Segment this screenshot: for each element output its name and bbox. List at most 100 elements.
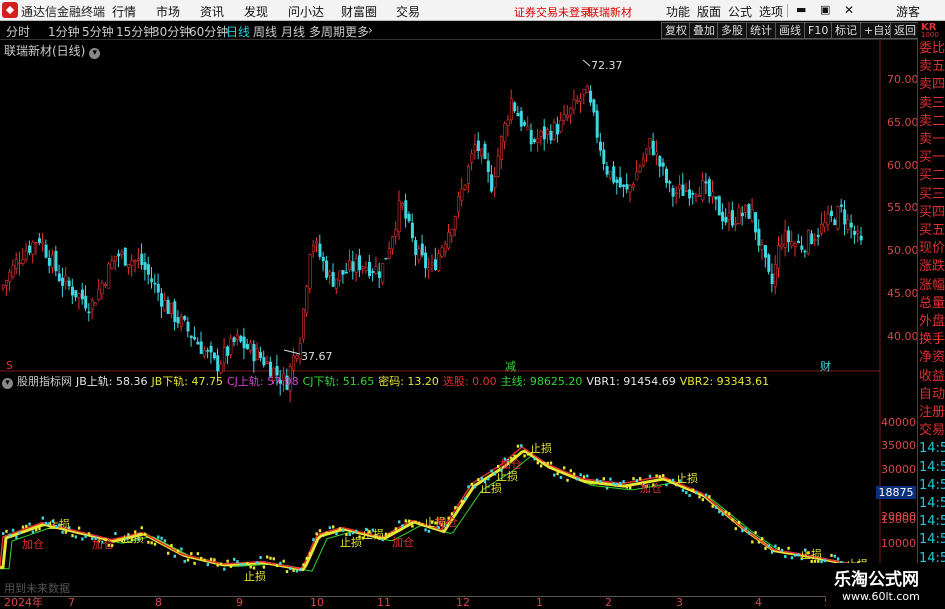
menu-quotes[interactable]: 市场: [156, 3, 180, 20]
indicator-bar: [15, 535, 18, 539]
indicator-bar: [176, 549, 180, 553]
side-panel-item[interactable]: 收益: [919, 368, 945, 386]
side-panel-item[interactable]: 交易: [919, 422, 945, 440]
indicator-annotation: 止损: [480, 481, 502, 495]
candle-body: [377, 271, 381, 278]
period-60min[interactable]: 60分钟: [189, 23, 228, 40]
period-1min[interactable]: 1分钟: [48, 23, 80, 40]
minimize-icon[interactable]: ▬: [796, 3, 806, 16]
restore-icon[interactable]: ▣: [820, 3, 830, 16]
indicator-bar: [556, 472, 559, 476]
period-weekly[interactable]: 周线: [253, 23, 277, 40]
menu-formula[interactable]: 公式: [728, 3, 752, 20]
price-chart[interactable]: 止损加仓加仓止损止损止损止损加仓止损加仓止损止损止损加仓加仓止损止损止损: [0, 40, 917, 596]
indicator-bar: [180, 547, 183, 551]
menu-options[interactable]: 选项: [759, 3, 783, 20]
side-panel-item[interactable]: 卖三: [919, 95, 945, 113]
side-panel-item[interactable]: 涨跌: [919, 258, 945, 276]
side-panel-item[interactable]: 14:5: [919, 440, 945, 458]
side-panel-item[interactable]: 涨幅: [919, 277, 945, 295]
side-panel-item[interactable]: 卖一: [919, 131, 945, 149]
side-panel-item[interactable]: 买三: [919, 186, 945, 204]
period-daily[interactable]: 日线: [226, 23, 250, 40]
multi-stock-button[interactable]: 多股: [717, 22, 747, 39]
indicator-settings-icon[interactable]: ▾: [2, 378, 13, 389]
side-panel-item[interactable]: 外盘: [919, 313, 945, 331]
menu-market[interactable]: 行情: [112, 3, 136, 20]
menu-layout[interactable]: 版面: [697, 3, 721, 20]
back-button[interactable]: 返回: [890, 22, 920, 39]
side-panel-item[interactable]: 14:5: [919, 531, 945, 549]
indicator-band-line: [0, 449, 862, 572]
side-panel-item[interactable]: 卖二: [919, 113, 945, 131]
period-timeshare[interactable]: 分时: [6, 23, 30, 40]
candle-body: [143, 262, 147, 270]
indicator-bar: [153, 542, 157, 546]
side-panel-item[interactable]: 14:5: [919, 459, 945, 477]
period-monthly[interactable]: 月线: [281, 23, 305, 40]
candle-body: [163, 300, 167, 311]
indicator-name[interactable]: 股朋指标网: [17, 375, 72, 388]
indicator-bar: [655, 474, 658, 478]
guest-user[interactable]: 游客: [896, 3, 920, 20]
indicator-bar: [576, 477, 579, 481]
f10-button[interactable]: F10: [804, 22, 833, 39]
menu-wealth[interactable]: 财富圈: [341, 3, 377, 20]
side-panel-item[interactable]: 自动: [919, 386, 945, 404]
menu-wenxiaoda[interactable]: 问小达: [288, 3, 324, 20]
candle-body: [133, 259, 137, 262]
candle-body: [565, 114, 569, 118]
side-panel-item[interactable]: 14:5: [919, 495, 945, 513]
adjust-button[interactable]: 复权: [661, 22, 691, 39]
side-panel-item[interactable]: 注册: [919, 404, 945, 422]
candle-body: [836, 206, 840, 229]
indicator-bar: [322, 533, 325, 537]
period-multi[interactable]: 多周期: [309, 23, 345, 40]
indicator-bar: [539, 464, 543, 468]
candle-body: [615, 179, 619, 183]
chevron-right-icon[interactable]: ›: [368, 23, 373, 37]
close-icon[interactable]: ✕: [844, 3, 854, 17]
indicator-bar: [741, 529, 744, 533]
mark-button[interactable]: 标记: [831, 22, 861, 39]
side-panel-item[interactable]: 现价: [919, 240, 945, 258]
indicator-bar: [681, 488, 685, 492]
indicator-bar: [275, 564, 279, 568]
date-tick: 7: [68, 596, 75, 609]
menu-trade[interactable]: 交易: [396, 3, 420, 20]
menu-function[interactable]: 功能: [666, 3, 690, 20]
side-panel-item[interactable]: 买二: [919, 167, 945, 185]
side-panel-item[interactable]: 14:5: [919, 477, 945, 495]
side-panel-item[interactable]: 委比: [919, 40, 945, 58]
side-panel-item[interactable]: 买四: [919, 204, 945, 222]
candle-body: [602, 149, 606, 165]
period-5min[interactable]: 5分钟: [82, 23, 114, 40]
side-panel-item[interactable]: 换手: [919, 331, 945, 349]
side-panel-item[interactable]: 买一: [919, 149, 945, 167]
side-panel-item[interactable]: 14:5: [919, 513, 945, 531]
menu-news[interactable]: 资讯: [200, 3, 224, 20]
draw-line-button[interactable]: 画线: [775, 22, 805, 39]
marker-s[interactable]: S: [6, 359, 13, 372]
candle-body: [711, 191, 715, 198]
overlay-button[interactable]: 叠加: [689, 22, 719, 39]
period-30min[interactable]: 30分钟: [152, 23, 191, 40]
marker-finance[interactable]: 财: [820, 358, 831, 374]
side-panel-item[interactable]: 净资: [919, 349, 945, 367]
indicator-bar: [216, 563, 219, 567]
period-more[interactable]: 更多: [345, 23, 369, 40]
indicator-bar: [470, 482, 473, 486]
candle-body: [859, 235, 863, 241]
menu-discover[interactable]: 发现: [244, 3, 268, 20]
chevron-down-icon[interactable]: ▾: [89, 48, 101, 59]
period-15min[interactable]: 15分钟: [116, 23, 155, 40]
side-panel-item[interactable]: 卖五: [919, 58, 945, 76]
stats-button[interactable]: 统计: [746, 22, 776, 39]
candle-body: [595, 110, 599, 138]
marker-reduce[interactable]: 减: [505, 358, 516, 374]
candle-body: [770, 273, 774, 285]
side-panel-item[interactable]: 卖四: [919, 76, 945, 94]
side-panel-item[interactable]: 买五: [919, 222, 945, 240]
login-notice[interactable]: 证券交易未登录: [514, 4, 591, 20]
side-panel-item[interactable]: 总量: [919, 295, 945, 313]
